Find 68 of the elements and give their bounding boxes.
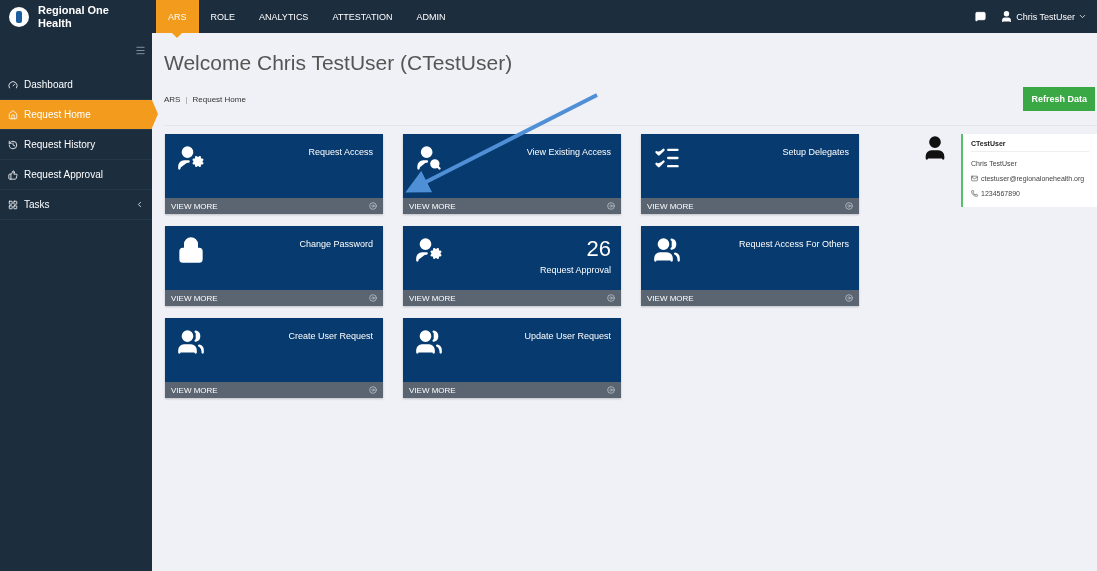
tile-card[interactable]: Request Access VIEW MORE	[165, 134, 383, 214]
nav-tab[interactable]: ROLE	[198, 0, 248, 33]
logo-icon	[8, 5, 30, 28]
sidebar-item[interactable]: Request History	[0, 130, 152, 160]
user-menu[interactable]: Chris TestUser	[1000, 10, 1087, 23]
arrow-icon	[845, 202, 853, 210]
tile-title: Setup Delegates	[782, 146, 849, 159]
view-more-link[interactable]: VIEW MORE	[171, 385, 218, 395]
sidebar-icon	[8, 79, 18, 90]
tab-pointer	[172, 33, 183, 38]
menu-icon[interactable]	[135, 45, 146, 56]
tile-card[interactable]: Request Access For Others VIEW MORE	[641, 226, 859, 306]
tile-title: Request Approval	[539, 264, 611, 277]
arrow-icon	[369, 294, 377, 302]
tile-count: 26	[586, 236, 611, 262]
tile-card[interactable]: Create User Request VIEW MORE	[165, 318, 383, 398]
nav-tab[interactable]: ATTESTATION	[320, 0, 405, 33]
sidebar-item[interactable]: Request Approval	[0, 160, 152, 190]
view-more-link[interactable]: VIEW MORE	[409, 293, 456, 303]
tile-icon	[415, 328, 443, 356]
breadcrumb-link[interactable]: ARS	[164, 94, 181, 104]
sidebar-pointer	[152, 100, 158, 128]
nav-tab[interactable]: ANALYTICS	[247, 0, 321, 33]
view-more-link[interactable]: VIEW MORE	[171, 293, 218, 303]
arrow-icon	[607, 386, 615, 394]
arrow-icon	[369, 386, 377, 394]
tile-title: Update User Request	[524, 330, 611, 343]
arrow-icon	[607, 294, 615, 302]
sidebar-icon	[8, 169, 18, 180]
tile-title: Create User Request	[288, 330, 373, 343]
breadcrumb-separator: |	[185, 94, 188, 104]
sidebar-icon	[8, 139, 18, 150]
phone-icon	[971, 190, 978, 197]
tile-icon	[177, 328, 205, 356]
sidebar-icon	[8, 199, 18, 210]
view-more-link[interactable]: VIEW MORE	[409, 201, 456, 211]
sidebar-item[interactable]: Tasks	[0, 190, 152, 220]
chevron-icon	[135, 200, 144, 209]
arrow-icon	[845, 294, 853, 302]
tile-icon	[653, 236, 681, 264]
tile-card[interactable]: 26 Request Approval VIEW MORE	[403, 226, 621, 306]
tile-icon	[415, 144, 443, 172]
nav-tab[interactable]: ADMIN	[404, 0, 458, 33]
view-more-link[interactable]: VIEW MORE	[647, 293, 694, 303]
tile-card[interactable]: Setup Delegates VIEW MORE	[641, 134, 859, 214]
tile-card[interactable]: Update User Request VIEW MORE	[403, 318, 621, 398]
view-more-link[interactable]: VIEW MORE	[171, 201, 218, 211]
tile-title: Change Password	[299, 238, 373, 251]
page-title: Welcome Chris TestUser (CTestUser)	[164, 51, 514, 75]
user-icon	[1000, 10, 1014, 23]
tile-title: Request Access	[308, 146, 373, 159]
sidebar-icon	[8, 109, 18, 120]
view-more-link[interactable]: VIEW MORE	[647, 201, 694, 211]
caret-icon	[1078, 12, 1087, 21]
arrow-icon	[607, 202, 615, 210]
breadcrumb-link[interactable]: Request Home	[192, 94, 246, 104]
tile-icon	[177, 144, 205, 172]
tile-icon	[415, 236, 443, 264]
view-more-link[interactable]: VIEW MORE	[409, 385, 456, 395]
tile-card[interactable]: Change Password VIEW MORE	[165, 226, 383, 306]
brand-name: Regional One Health	[38, 4, 110, 29]
tile-icon	[177, 236, 205, 264]
tile-title: Request Access For Others	[738, 238, 849, 251]
message-icon[interactable]	[975, 11, 987, 22]
tile-title: View Existing Access	[526, 146, 611, 159]
tile-card[interactable]: View Existing Access VIEW MORE	[403, 134, 621, 214]
arrow-icon	[369, 202, 377, 210]
mail-icon	[971, 175, 978, 182]
